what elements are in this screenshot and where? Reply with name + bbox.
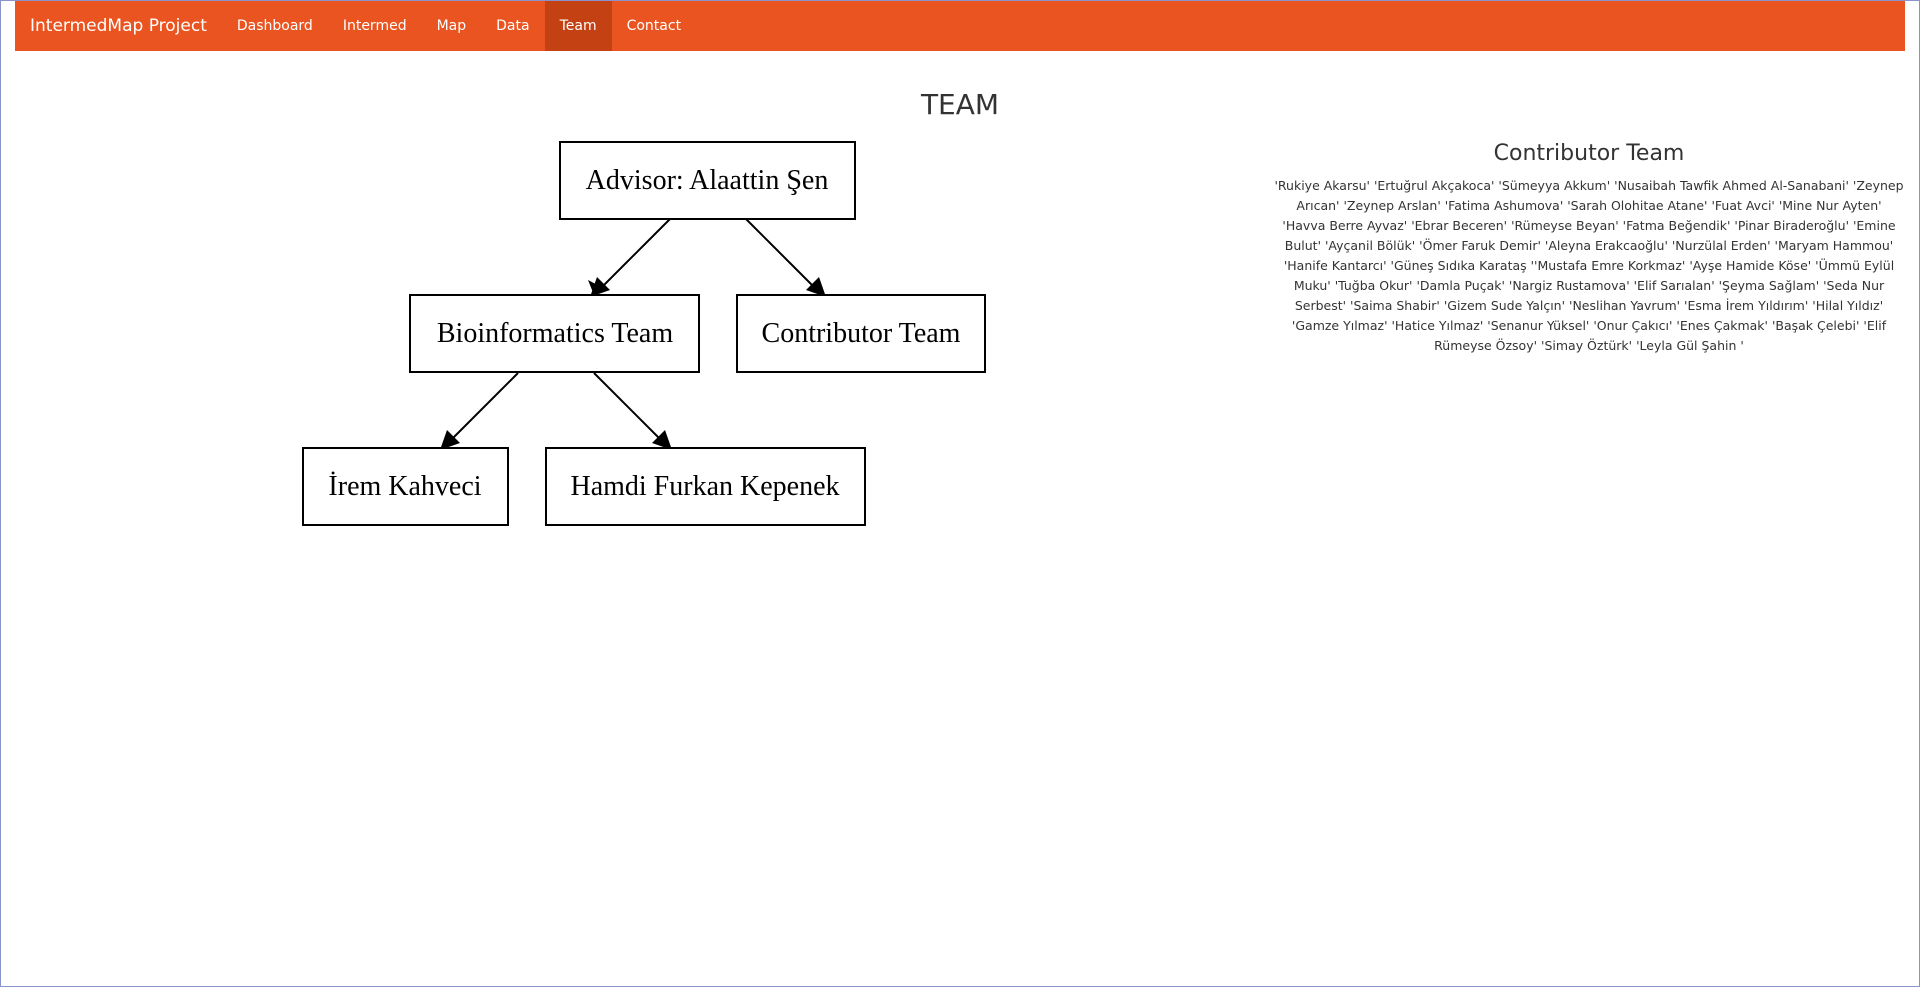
nav-intermed[interactable]: Intermed [328, 1, 422, 51]
edge-advisor-contributor [745, 218, 823, 296]
node-member1-label: İrem Kahveci [328, 471, 481, 502]
contributor-team-title: Contributor Team [1493, 141, 1685, 166]
node-contributor-label: Contributor Team [762, 318, 961, 349]
node-advisor: Advisor: Alaattin Şen [559, 141, 856, 220]
edge-advisor-bioinformatics [593, 218, 671, 296]
brand-link[interactable]: IntermedMap Project [15, 1, 222, 51]
contributor-team-section: Contributor Team 'Rukiye Akarsu' 'Ertuğr… [1274, 141, 1904, 356]
node-contributor-team: Contributor Team [736, 294, 986, 373]
nav-map[interactable]: Map [422, 1, 482, 51]
contributor-names: 'Rukiye Akarsu' 'Ertuğrul Akçakoca' 'Süm… [1274, 178, 1904, 353]
team-hierarchy-diagram: Advisor: Alaattin Şen Bioinformatics Tea… [302, 141, 986, 526]
node-advisor-label: Advisor: Alaattin Şen [586, 165, 829, 196]
nav-team[interactable]: Team [544, 1, 612, 51]
edge-bioinformatics-member1 [443, 372, 519, 448]
top-navbar: IntermedMap Project Dashboard Intermed M… [15, 1, 1905, 51]
nav-dashboard[interactable]: Dashboard [222, 1, 328, 51]
node-member-irem: İrem Kahveci [302, 447, 509, 526]
page-title: TEAM [920, 88, 1000, 121]
node-member-hamdi: Hamdi Furkan Kepenek [545, 447, 866, 526]
node-bioinformatics-team: Bioinformatics Team [409, 294, 700, 373]
node-bioinformatics-label: Bioinformatics Team [437, 318, 673, 349]
node-member2-label: Hamdi Furkan Kepenek [570, 471, 839, 502]
nav-contact[interactable]: Contact [612, 1, 696, 51]
nav-data[interactable]: Data [481, 1, 544, 51]
edge-bioinformatics-member2 [593, 372, 669, 448]
